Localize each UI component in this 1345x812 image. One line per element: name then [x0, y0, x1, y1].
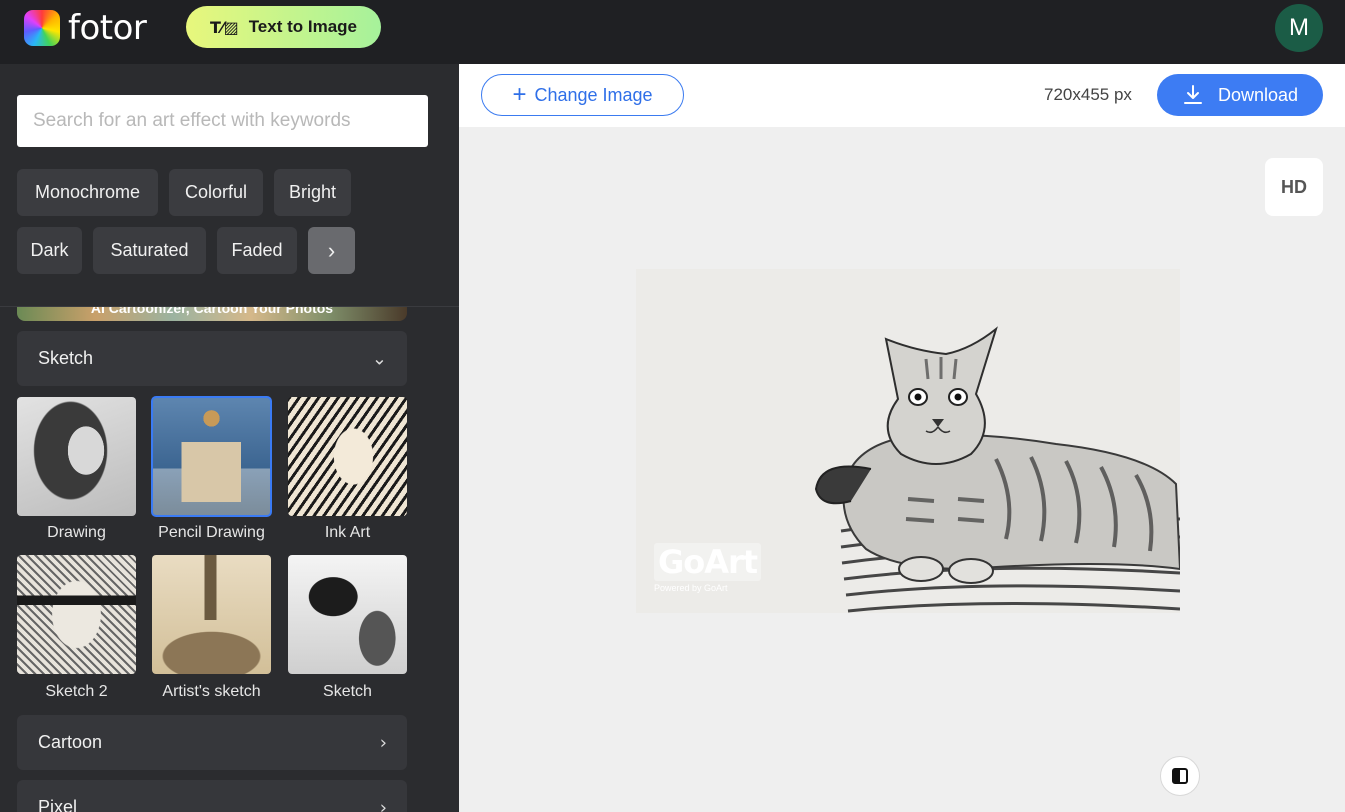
- brand-name: fotor: [68, 8, 147, 48]
- text-to-image-label: Text to Image: [248, 17, 358, 36]
- effect-drawing-thumb[interactable]: [17, 397, 136, 516]
- editor-main: + Change Image 720x455 px Download HD Go…: [459, 64, 1345, 812]
- fotor-logo-icon: [24, 10, 60, 46]
- change-image-label: Change Image: [534, 84, 653, 105]
- compare-button[interactable]: [1160, 756, 1200, 796]
- watermark-subtext: Powered by GoArt: [654, 583, 728, 593]
- compare-icon: [1172, 768, 1188, 784]
- section-cartoon-label: Cartoon: [38, 732, 103, 752]
- chip-bright[interactable]: Bright: [274, 169, 351, 216]
- chip-colorful[interactable]: Colorful: [169, 169, 263, 216]
- download-button[interactable]: Download: [1157, 74, 1323, 116]
- effect-sketch-2-thumb[interactable]: [17, 555, 136, 674]
- section-pixel[interactable]: Pixel ›: [17, 780, 407, 812]
- cartoonizer-promo-banner[interactable]: AI Cartoonizer, Cartoon Your Photos: [17, 307, 407, 321]
- chevron-down-icon: ⌄: [371, 348, 387, 369]
- chevron-right-icon: ›: [327, 237, 336, 263]
- image-canvas[interactable]: GoArt Powered by GoArt: [636, 269, 1180, 613]
- effect-artists-sketch-thumb[interactable]: [152, 555, 271, 674]
- effect-artists-sketch-label: Artist's sketch: [162, 683, 261, 700]
- effect-drawing-label: Drawing: [47, 524, 106, 541]
- chip-monochrome[interactable]: Monochrome: [17, 169, 158, 216]
- effect-ink-art-thumb[interactable]: [288, 397, 407, 516]
- change-image-button[interactable]: + Change Image: [481, 74, 684, 116]
- text-image-icon: T⁄▨: [209, 17, 239, 37]
- download-label: Download: [1217, 84, 1299, 105]
- chevron-right-icon: ›: [379, 732, 387, 753]
- effect-pencil-drawing-thumb[interactable]: [151, 396, 272, 517]
- effect-pencil-drawing-label: Pencil Drawing: [158, 524, 265, 541]
- goart-watermark: GoArt Powered by GoArt: [654, 543, 762, 593]
- section-pixel-label: Pixel: [38, 797, 78, 812]
- effect-ink-art-label: Ink Art: [324, 524, 371, 541]
- editor-toolbar: + Change Image 720x455 px Download: [459, 64, 1345, 127]
- chip-dark[interactable]: Dark: [17, 227, 82, 274]
- section-sketch[interactable]: Sketch ⌄: [17, 331, 407, 386]
- effect-sketch-thumb[interactable]: [288, 555, 407, 674]
- avatar[interactable]: M: [1275, 4, 1323, 52]
- section-sketch-label: Sketch: [38, 348, 94, 368]
- text-to-image-button[interactable]: T⁄▨ Text to Image: [186, 6, 381, 48]
- promo-text: AI Cartoonizer, Cartoon Your Photos: [90, 307, 334, 316]
- section-cartoon[interactable]: Cartoon ›: [17, 715, 407, 770]
- effect-search-input[interactable]: [17, 95, 428, 147]
- plus-icon: +: [512, 81, 527, 108]
- chips-more-button[interactable]: ›: [308, 227, 355, 274]
- top-bar: fotor T⁄▨ Text to Image M: [0, 0, 1345, 64]
- chip-faded[interactable]: Faded: [217, 227, 297, 274]
- effect-sketch-label: Sketch: [323, 683, 372, 700]
- effects-sidebar: Monochrome Colorful Bright Dark Saturate…: [0, 64, 459, 812]
- chevron-right-icon: ›: [379, 797, 387, 812]
- fotor-logo[interactable]: fotor: [24, 8, 147, 48]
- chip-saturated[interactable]: Saturated: [93, 227, 206, 274]
- effect-sketch-2-label: Sketch 2: [45, 683, 108, 700]
- hd-button[interactable]: HD: [1265, 158, 1323, 216]
- image-dimensions: 720x455 px: [1044, 85, 1132, 104]
- watermark-text: GoArt: [654, 543, 762, 581]
- download-icon: [1183, 85, 1202, 104]
